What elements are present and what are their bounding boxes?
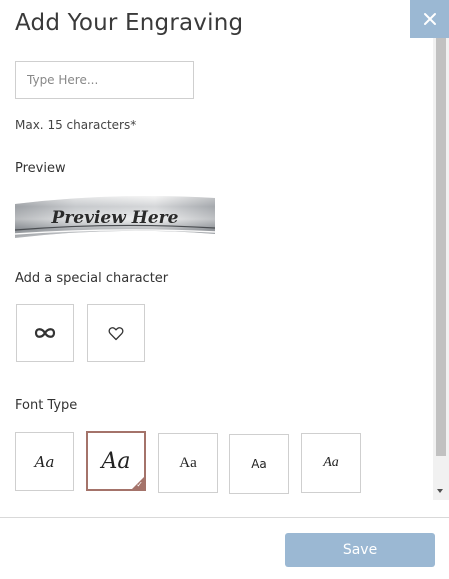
dialog-title: Add Your Engraving — [15, 10, 244, 36]
preview-label: Preview — [15, 161, 66, 176]
special-character-label: Add a special character — [15, 271, 169, 286]
scroll-down-arrow-icon[interactable] — [437, 489, 443, 493]
font-type-label: Font Type — [15, 398, 78, 413]
font-sample: Aa — [323, 455, 339, 470]
close-icon — [423, 13, 436, 25]
font-option-italic-script[interactable]: Aa — [301, 433, 361, 493]
footer-divider — [0, 517, 449, 518]
ring-preview: Preview Here — [14, 194, 216, 240]
font-sample: Aa — [179, 454, 197, 471]
save-button[interactable]: Save — [285, 533, 435, 567]
heart-character-button[interactable] — [87, 304, 145, 362]
font-sample: Aa — [101, 448, 131, 474]
heart-icon — [108, 326, 124, 340]
engraving-dialog: Add Your Engraving Max. 15 characters* P… — [0, 0, 449, 579]
preview-text: Preview Here — [51, 208, 179, 228]
font-sample: Aa — [34, 452, 55, 471]
ring-band-image: Preview Here — [14, 196, 216, 238]
scrollbar-thumb[interactable] — [436, 38, 446, 456]
character-limit-note: Max. 15 characters* — [15, 118, 137, 132]
font-option-serif[interactable]: Aa — [158, 433, 218, 493]
font-sample: Aa — [251, 457, 267, 471]
close-button[interactable] — [410, 0, 449, 38]
checkmark-icon: ✓ — [136, 480, 143, 489]
font-option-sans[interactable]: Aa — [229, 434, 289, 494]
font-option-cursive[interactable]: Aa ✓ — [86, 431, 146, 491]
infinity-icon — [34, 328, 56, 338]
engraving-text-input[interactable] — [15, 61, 194, 99]
infinity-character-button[interactable] — [16, 304, 74, 362]
font-option-gothic[interactable]: Aa — [15, 432, 74, 491]
